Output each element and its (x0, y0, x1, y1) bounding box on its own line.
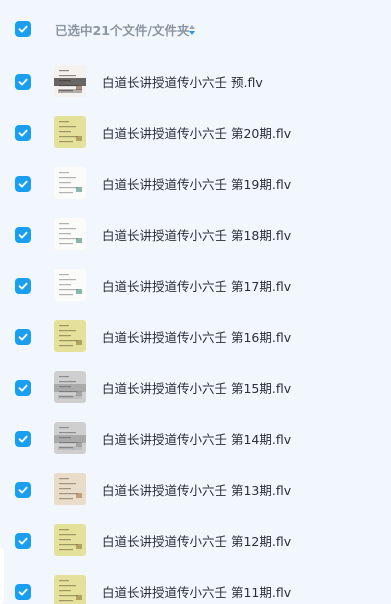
file-name: 白道长讲授道传小六壬 第18期.flv (102, 228, 292, 243)
file-checkbox[interactable] (15, 380, 31, 396)
file-list-panel: 已选中21个文件/文件夹 白道长讲授道传小六壬 预.flv 白道长讲授道传小六壬… (0, 0, 391, 604)
file-row[interactable]: 白道长讲授道传小六壬 第15期.flv (0, 362, 391, 413)
file-name: 白道长讲授道传小六壬 第14期.flv (102, 432, 292, 447)
file-checkbox[interactable] (15, 482, 31, 498)
checkmark-icon (18, 129, 28, 137)
selection-count-text: 已选中21个文件/文件夹 (55, 23, 190, 38)
checkmark-icon (18, 231, 28, 239)
file-checkbox[interactable] (15, 329, 31, 345)
file-checkbox[interactable] (15, 74, 31, 90)
file-name: 白道长讲授道传小六壬 第12期.flv (102, 534, 292, 549)
checkmark-icon (18, 78, 28, 86)
file-name: 白道长讲授道传小六壬 第13期.flv (102, 483, 292, 498)
file-checkbox[interactable] (15, 278, 31, 294)
video-thumbnail (54, 269, 86, 301)
file-name: 白道长讲授道传小六壬 第15期.flv (102, 381, 292, 396)
video-thumbnail (54, 422, 86, 454)
select-all-checkbox[interactable] (15, 21, 31, 37)
file-row[interactable]: 白道长讲授道传小六壬 第13期.flv (0, 464, 391, 515)
video-thumbnail (54, 218, 86, 250)
side-edge (0, 548, 4, 604)
file-row[interactable]: 白道长讲授道传小六壬 第20期.flv (0, 107, 391, 158)
video-thumbnail (54, 524, 86, 556)
file-name: 白道长讲授道传小六壬 第19期.flv (102, 177, 292, 192)
file-row[interactable]: 白道长讲授道传小六壬 第17期.flv (0, 260, 391, 311)
checkmark-icon (18, 588, 28, 596)
checkmark-icon (18, 435, 28, 443)
selection-header: 已选中21个文件/文件夹 (0, 0, 391, 58)
file-row[interactable]: 白道长讲授道传小六壬 第16期.flv (0, 311, 391, 362)
file-row[interactable]: 白道长讲授道传小六壬 第14期.flv (0, 413, 391, 464)
file-checkbox[interactable] (15, 125, 31, 141)
file-row[interactable]: 白道长讲授道传小六壬 第12期.flv (0, 515, 391, 566)
file-name: 白道长讲授道传小六壬 第17期.flv (102, 279, 292, 294)
checkmark-icon (18, 25, 28, 33)
video-thumbnail (54, 167, 86, 199)
file-name: 白道长讲授道传小六壬 第20期.flv (102, 126, 292, 141)
file-row[interactable]: 白道长讲授道传小六壬 第19期.flv (0, 158, 391, 209)
video-thumbnail (54, 65, 86, 97)
file-row[interactable]: 白道长讲授道传小六壬 预.flv (0, 56, 391, 107)
video-thumbnail (54, 473, 86, 505)
file-checkbox[interactable] (15, 176, 31, 192)
checkmark-icon (18, 384, 28, 392)
file-name: 白道长讲授道传小六壬 预.flv (102, 75, 263, 90)
file-checkbox[interactable] (15, 227, 31, 243)
checkmark-icon (18, 180, 28, 188)
file-name: 白道长讲授道传小六壬 第16期.flv (102, 330, 292, 345)
video-thumbnail (54, 371, 86, 403)
checkmark-icon (18, 537, 28, 545)
sort-updown-icon[interactable] (188, 23, 196, 37)
checkmark-icon (18, 486, 28, 494)
file-list: 白道长讲授道传小六壬 预.flv 白道长讲授道传小六壬 第20期.flv 白道长… (0, 56, 391, 604)
file-row[interactable]: 白道长讲授道传小六壬 第11期.flv (0, 566, 391, 604)
video-thumbnail (54, 320, 86, 352)
video-thumbnail (54, 116, 86, 148)
file-name: 白道长讲授道传小六壬 第11期.flv (102, 585, 292, 600)
video-thumbnail (54, 575, 86, 604)
checkmark-icon (18, 333, 28, 341)
file-checkbox[interactable] (15, 431, 31, 447)
file-checkbox[interactable] (15, 533, 31, 549)
file-checkbox[interactable] (15, 584, 31, 600)
checkmark-icon (18, 282, 28, 290)
file-row[interactable]: 白道长讲授道传小六壬 第18期.flv (0, 209, 391, 260)
